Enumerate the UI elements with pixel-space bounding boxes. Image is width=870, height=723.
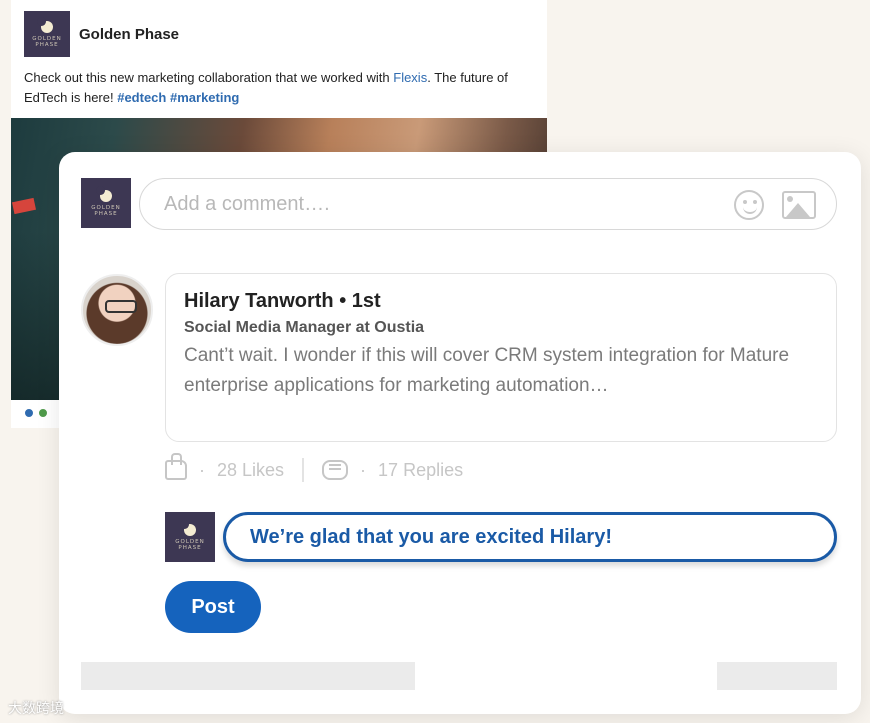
post-author-name[interactable]: Golden Phase	[79, 26, 179, 43]
reply-card: Hilary Tanworth • 1st Social Media Manag…	[165, 273, 837, 442]
logo-text-bottom: PHASE	[178, 544, 202, 551]
my-reply-logo: GOLDEN PHASE	[165, 512, 215, 562]
logo-text-bottom: PHASE	[94, 210, 118, 217]
separator-dot: ·	[199, 459, 205, 480]
reply-author-name[interactable]: Hilary Tanworth • 1st	[184, 290, 818, 313]
placeholder-bar-right	[717, 662, 837, 690]
comment-panel: GOLDEN PHASE Hilary Tanworth • 1st Socia…	[59, 152, 861, 714]
reply-input-field[interactable]: We’re glad that you are excited Hilary!	[223, 512, 837, 562]
image-upload-icon[interactable]	[782, 191, 816, 219]
post-text: Check out this new marketing collaborati…	[24, 68, 524, 108]
add-comment-field[interactable]	[139, 178, 837, 230]
reaction-icons[interactable]	[23, 407, 49, 419]
actions-divider	[302, 458, 305, 482]
post-button[interactable]: Post	[165, 581, 261, 633]
separator-dot: ·	[360, 459, 367, 480]
moon-icon	[37, 16, 53, 33]
post-text-before: Check out this new marketing collaborati…	[24, 70, 394, 85]
flexis-link[interactable]: Flexis	[393, 70, 427, 85]
add-comment-input[interactable]	[164, 192, 704, 216]
emoji-icon[interactable]	[734, 190, 764, 220]
like-reaction-icon	[23, 407, 35, 419]
comment-row: GOLDEN PHASE	[81, 178, 131, 228]
like-thumb-icon[interactable]	[165, 453, 187, 480]
reply-input-text: We’re glad that you are excited Hilary!	[250, 525, 612, 548]
reply-author-title: Social Media Manager at Oustia	[184, 319, 425, 336]
hashtag-edtech[interactable]: #edtech	[117, 90, 166, 105]
golden-phase-logo[interactable]: GOLDEN PHASE	[24, 11, 70, 57]
logo-text-bottom: PHASE	[35, 41, 59, 48]
reply-text: Cant’t wait. I wonder if this will cover…	[184, 345, 790, 396]
moon-icon	[180, 519, 196, 536]
commenter-logo: GOLDEN PHASE	[81, 178, 131, 228]
hashtag-marketing[interactable]: #marketing	[170, 90, 239, 105]
post-header: GOLDEN PHASE Golden Phase	[24, 11, 179, 57]
moon-icon	[96, 185, 112, 202]
watermark: 大数跨境	[8, 701, 64, 717]
celebrate-reaction-icon	[37, 407, 49, 419]
hilary-avatar[interactable]	[81, 274, 153, 346]
my-reply-row: GOLDEN PHASE We’re glad that you are exc…	[165, 512, 837, 562]
reply-chat-icon[interactable]	[322, 460, 349, 480]
likes-count[interactable]: 28 Likes	[217, 460, 284, 481]
placeholder-bar-left	[81, 662, 415, 690]
comment-actions: · 28 Likes · 17 Replies	[165, 453, 463, 482]
replies-count[interactable]: 17 Replies	[378, 460, 463, 481]
